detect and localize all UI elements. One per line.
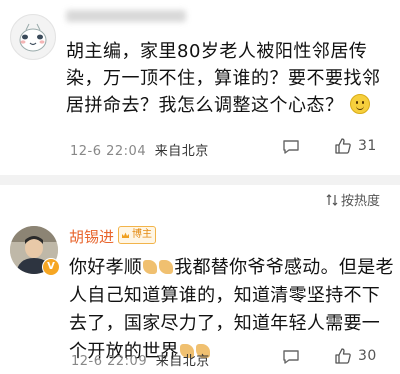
comment-1-body: 胡主编，家里80岁老人被阳性邻居传染，万一顶不住，算谁的？要不要找邻居拼命去？我… [66,41,381,116]
thumbs-up-icon [335,138,351,154]
thumbs-up-emoji-icon [159,260,174,274]
comment-1-like-count: 31 [358,138,377,154]
author-name[interactable]: 胡锡进 [69,226,114,247]
comment-1-text: 胡主编，家里80岁老人被阳性邻居传染，万一顶不住，算谁的？要不要找邻居拼命去？我… [66,38,396,119]
comment-1-meta: 12-6 22:04 来自北京 [70,140,209,159]
comment-2-like-count: 30 [358,348,377,364]
blogger-badge: 博主 [118,226,156,244]
commenter-name-redacted [66,10,186,22]
blogger-badge-label: 博主 [132,229,152,240]
reply-icon[interactable] [282,138,300,160]
comment-2-time: 12-6 22:09 [71,354,148,369]
sort-by-popularity-button[interactable]: 按热度 [326,190,380,209]
thumbs-up-icon [335,348,351,364]
crown-icon [122,232,129,238]
comment-1-location: 来自北京 [154,144,209,159]
comment-1-time: 12-6 22:04 [70,144,147,159]
thumbs-up-emoji-icon [143,260,158,274]
smile-emoji-icon [349,94,370,114]
sort-label: 按热度 [341,194,381,209]
comment-2-location: 来自北京 [155,354,210,369]
comment-2-meta: 12-6 22:09 来自北京 [71,350,210,369]
like-button[interactable]: 30 [334,347,377,365]
commenter-avatar[interactable] [10,14,56,60]
verified-badge-icon: V [42,258,60,276]
comment-2-body-a: 你好孝顺 [69,257,143,278]
section-divider [0,175,400,185]
like-button[interactable]: 31 [334,137,377,155]
reply-icon[interactable] [282,348,300,370]
sort-icon [326,193,338,206]
